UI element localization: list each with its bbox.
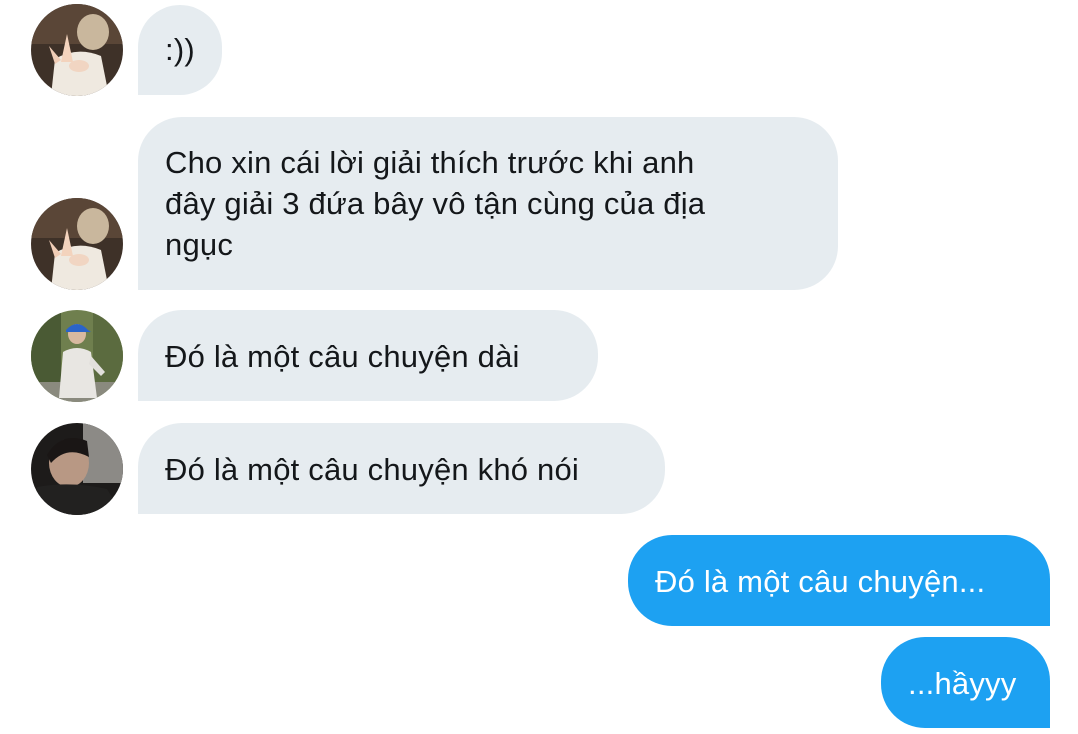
message-bubble[interactable]: :)): [138, 5, 222, 95]
message-bubble[interactable]: Đó là một câu chuyện dài: [138, 310, 598, 401]
message-bubble[interactable]: Đó là một câu chuyện khó nói: [138, 423, 665, 514]
message-bubble-outgoing[interactable]: Đó là một câu chuyện...: [628, 535, 1050, 626]
message-text: Đó là một câu chuyện khó nói: [165, 452, 580, 487]
avatar-blue-cap-icon[interactable]: [31, 310, 123, 402]
message-text: ...hầyyy: [908, 666, 1017, 701]
message-text: Đó là một câu chuyện dài: [165, 339, 520, 374]
avatar-dark-portrait-icon[interactable]: [31, 423, 123, 515]
avatar-hands-icon[interactable]: [31, 198, 123, 290]
avatar-hands-icon[interactable]: [31, 4, 123, 96]
message-text: :)): [165, 32, 195, 67]
message-text: Cho xin cái lời giải thích trước khi anh…: [165, 145, 706, 262]
message-bubble-outgoing[interactable]: ...hầyyy: [881, 637, 1050, 728]
message-text: Đó là một câu chuyện...: [655, 564, 986, 599]
message-bubble[interactable]: Cho xin cái lời giải thích trước khi anh…: [138, 117, 838, 290]
